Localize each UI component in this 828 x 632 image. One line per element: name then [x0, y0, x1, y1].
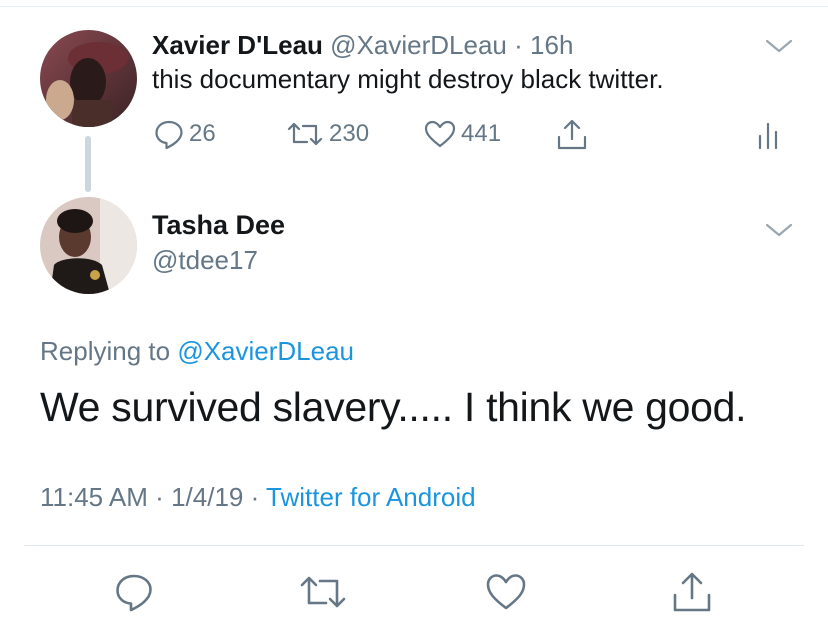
retweet-count: 230 [329, 120, 370, 147]
tweet-time: 11:45 AM [40, 482, 148, 512]
like-icon [424, 120, 456, 148]
retweet-icon [300, 576, 346, 608]
share-icon [673, 572, 711, 612]
parent-analytics-button[interactable] [756, 118, 782, 152]
chevron-down-icon[interactable] [764, 220, 794, 240]
top-divider [0, 6, 828, 7]
tweet-detail-page: Xavier D'Leau @XavierDLeau · 16h this do… [0, 0, 828, 632]
main-author-name[interactable]: Tasha Dee [152, 210, 285, 241]
parent-author-name[interactable]: Xavier D'Leau [152, 30, 323, 60]
like-count: 441 [461, 120, 502, 147]
replying-to: Replying to @XavierDLeau [40, 336, 354, 367]
parent-header: Xavier D'Leau @XavierDLeau · 16h [152, 30, 573, 61]
replying-prefix: Replying to [40, 336, 171, 366]
main-tweet-text: We survived slavery..... I think we good… [40, 384, 747, 430]
like-button[interactable] [484, 570, 528, 614]
parent-reply-button[interactable]: 26 [153, 118, 216, 150]
reply-icon [155, 120, 183, 150]
parent-author-handle[interactable]: @XavierDLeau [330, 30, 507, 60]
parent-tweet-text: this documentary might destroy black twi… [152, 64, 664, 94]
chevron-down-icon[interactable] [764, 36, 794, 56]
retweet-icon [287, 122, 323, 146]
share-button[interactable] [670, 570, 714, 614]
parent-retweet-button[interactable]: 230 [285, 118, 369, 150]
meta-separator: · [155, 482, 164, 512]
reply-icon [116, 574, 152, 612]
tweet-date: 1/4/19 [171, 482, 244, 512]
replying-mention-link[interactable]: @XavierDLeau [177, 336, 354, 366]
main-avatar[interactable] [40, 197, 137, 294]
tweet-source-link[interactable]: Twitter for Android [266, 482, 476, 512]
retweet-button[interactable] [298, 570, 346, 614]
parent-separator: · [514, 30, 523, 60]
like-icon [486, 574, 526, 610]
reply-count: 26 [189, 120, 216, 147]
share-icon [557, 119, 587, 150]
parent-like-button[interactable]: 441 [423, 118, 501, 150]
main-author-handle[interactable]: @tdee17 [152, 245, 258, 276]
thread-line [85, 136, 91, 192]
tweet-meta: 11:45 AM · 1/4/19 · Twitter for Android [40, 482, 476, 513]
reply-button[interactable] [112, 570, 156, 614]
meta-separator: · [250, 482, 260, 512]
parent-share-button[interactable] [555, 118, 589, 152]
parent-timestamp: 16h [530, 30, 574, 60]
action-divider [24, 545, 804, 546]
parent-avatar[interactable] [40, 30, 137, 127]
analytics-icon [758, 122, 778, 150]
